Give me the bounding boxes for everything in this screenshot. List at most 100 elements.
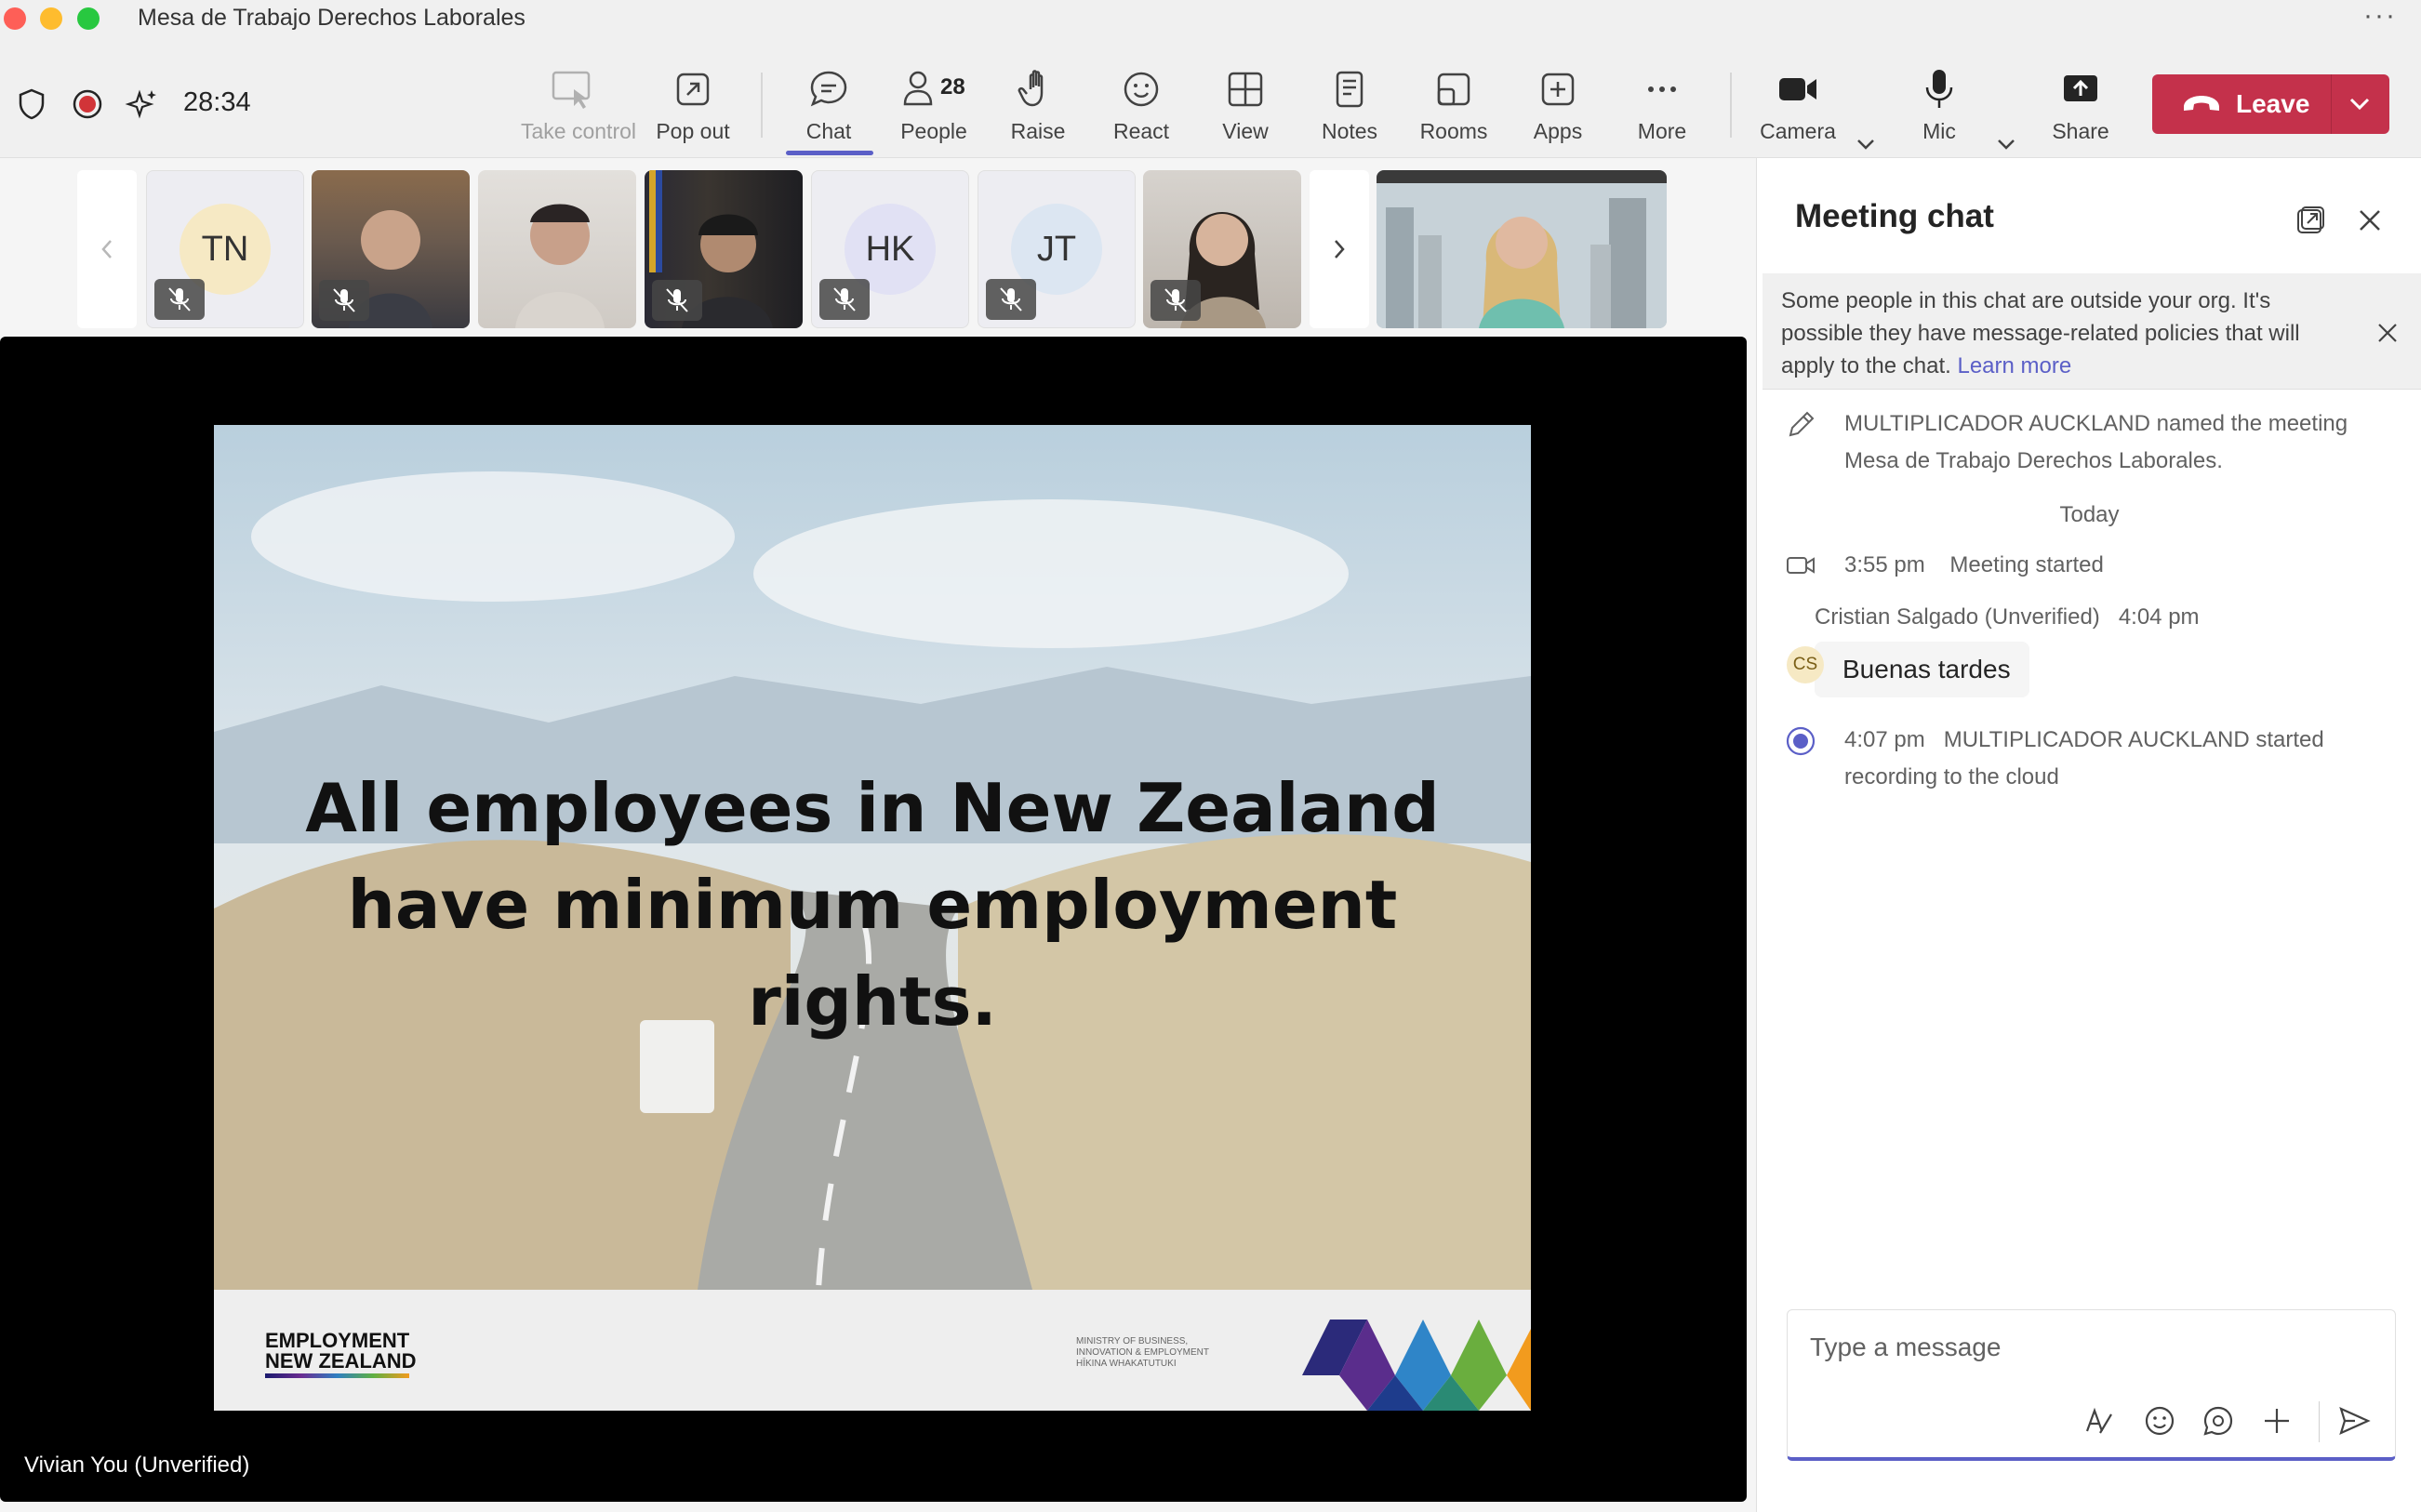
- renamed-line2: Mesa de Trabajo Derechos Laborales.: [1844, 448, 2223, 473]
- meeting-toolbar: 28:34 Take control Pop out Chat 28 Peopl…: [0, 37, 2421, 158]
- toolbar-divider: [1730, 73, 1732, 138]
- participant-tile[interactable]: TN: [146, 170, 304, 328]
- add-app-icon: [1541, 73, 1575, 106]
- recording-started-event: 4:07 pm MULTIPLICADOR AUCKLAND started r…: [1844, 722, 2402, 796]
- plus-icon[interactable]: [2259, 1403, 2295, 1439]
- banner-text: Some people in this chat are outside you…: [1781, 285, 2358, 382]
- shield-icon[interactable]: [13, 86, 50, 123]
- learn-more-link[interactable]: Learn more: [1957, 353, 2071, 378]
- apps-label: Apps: [1533, 119, 1583, 143]
- presentation-slide: All employees in New Zealand have minimu…: [214, 425, 1531, 1411]
- muted-mic-icon: [1151, 280, 1201, 321]
- participant-video-tile[interactable]: [312, 170, 470, 328]
- pop-out-label: Pop out: [656, 119, 730, 143]
- share-label: Share: [2052, 119, 2109, 143]
- raise-label: Raise: [1010, 119, 1066, 143]
- minimize-window-button[interactable]: [40, 7, 62, 30]
- apps-button[interactable]: Apps: [1507, 65, 1609, 149]
- mbie-line3: HĪKINA WHAKATUTUKI: [1076, 1359, 1177, 1369]
- strip-prev-button[interactable]: [77, 170, 137, 328]
- pop-out-chat-icon[interactable]: [2295, 205, 2326, 236]
- leave-options-chevron-icon[interactable]: [2343, 90, 2376, 118]
- presenter-name: Vivian You (Unverified): [24, 1452, 250, 1478]
- chat-message[interactable]: Buenas tardes: [1815, 642, 2029, 697]
- meeting-chat-panel: Meeting chat Some people in this chat ar…: [1756, 158, 2421, 1512]
- renamed-line1: MULTIPLICADOR AUCKLAND named the meeting: [1844, 411, 2348, 436]
- raise-hand-icon: [1018, 70, 1044, 107]
- slide-headline: All employees in New Zealand have minimu…: [214, 760, 1531, 1050]
- chevron-right-icon: [1335, 240, 1345, 259]
- people-label: People: [900, 119, 967, 143]
- message-header: Cristian Salgado (Unverified) 4:04 pm: [1815, 604, 2200, 630]
- dismiss-banner-icon[interactable]: [2374, 319, 2401, 347]
- raise-hand-button[interactable]: Raise: [987, 65, 1089, 149]
- take-control-label: Take control: [521, 119, 637, 143]
- camera-icon: [1779, 78, 1816, 100]
- share-button[interactable]: Share: [2029, 65, 2132, 149]
- notes-button[interactable]: Notes: [1298, 65, 1401, 149]
- message-author: Cristian Salgado (Unverified): [1815, 604, 2100, 630]
- people-button[interactable]: 28 People: [883, 65, 985, 149]
- mbie-line2: INNOVATION & EMPLOYMENT: [1076, 1347, 1209, 1358]
- breakout-rooms-icon: [1437, 73, 1470, 106]
- chat-button[interactable]: Chat: [778, 65, 880, 149]
- brand-triangles-graphic: [1302, 1320, 1531, 1411]
- participant-video-tile[interactable]: [645, 170, 803, 328]
- rooms-button[interactable]: Rooms: [1403, 65, 1505, 149]
- more-button[interactable]: More: [1611, 65, 1713, 149]
- started-text: Meeting started: [1949, 552, 2104, 577]
- toolbar-divider: [761, 73, 763, 138]
- video-camera-icon: [1787, 557, 1815, 574]
- react-button[interactable]: React: [1090, 65, 1192, 149]
- take-control-button[interactable]: Take control: [521, 65, 637, 149]
- notes-label: Notes: [1321, 119, 1378, 143]
- strip-next-button[interactable]: [1310, 170, 1369, 328]
- leave-button[interactable]: Leave: [2152, 74, 2389, 134]
- ellipsis-icon: [1648, 86, 1676, 92]
- rooms-label: Rooms: [1419, 119, 1488, 143]
- slide-footer: EMPLOYMENT NEW ZEALAND MINISTRY OF BUSIN…: [214, 1290, 1531, 1411]
- participant-video-tile[interactable]: [1143, 170, 1301, 328]
- people-icon: [903, 71, 933, 106]
- view-button[interactable]: View: [1194, 65, 1297, 149]
- loop-component-icon[interactable]: [2201, 1403, 2236, 1439]
- send-icon[interactable]: [2336, 1403, 2372, 1439]
- pencil-icon: [1789, 411, 1815, 437]
- format-text-icon[interactable]: [2082, 1403, 2117, 1439]
- emoji-icon[interactable]: [2142, 1403, 2177, 1439]
- chevron-left-icon: [101, 240, 112, 259]
- meeting-timer: 28:34: [183, 87, 251, 117]
- share-screen-icon: [2064, 75, 2097, 101]
- date-divider: Today: [2059, 502, 2120, 527]
- view-label: View: [1222, 119, 1269, 143]
- sparkle-icon[interactable]: [124, 86, 161, 123]
- close-chat-icon[interactable]: [2354, 205, 2386, 236]
- active-speaker-tile[interactable]: [1377, 170, 1667, 328]
- camera-options-chevron-icon[interactable]: [1852, 130, 1880, 158]
- participant-tile[interactable]: JT: [978, 170, 1136, 328]
- participant-tile[interactable]: HK: [811, 170, 969, 328]
- pop-out-button[interactable]: Pop out: [642, 65, 744, 149]
- external-users-banner: Some people in this chat are outside you…: [1763, 273, 2421, 390]
- avatar[interactable]: CS: [1787, 646, 1824, 683]
- mic-button[interactable]: Mic: [1888, 65, 1990, 149]
- recording-indicator-icon: [73, 89, 102, 119]
- more-options-icon[interactable]: ···: [2363, 0, 2397, 32]
- zoom-window-button[interactable]: [77, 7, 100, 30]
- notes-icon: [1336, 71, 1363, 108]
- camera-button[interactable]: Camera: [1747, 65, 1849, 149]
- participant-video-tile[interactable]: [478, 170, 636, 328]
- participant-video: [515, 204, 605, 328]
- close-window-button[interactable]: [4, 7, 26, 30]
- chat-active-indicator: [786, 151, 873, 155]
- meeting-renamed-event: MULTIPLICADOR AUCKLAND named the meeting…: [1844, 405, 2402, 480]
- message-input[interactable]: [1810, 1329, 2368, 1366]
- muted-mic-icon: [819, 279, 870, 320]
- react-label: React: [1112, 119, 1170, 143]
- smiley-icon: [1124, 72, 1159, 107]
- muted-mic-icon: [319, 280, 369, 321]
- message-composer: [1787, 1309, 2396, 1461]
- employment-nz-logo: EMPLOYMENT NEW ZEALAND: [265, 1331, 417, 1372]
- muted-mic-icon: [986, 279, 1036, 320]
- mic-options-chevron-icon[interactable]: [1992, 130, 2020, 158]
